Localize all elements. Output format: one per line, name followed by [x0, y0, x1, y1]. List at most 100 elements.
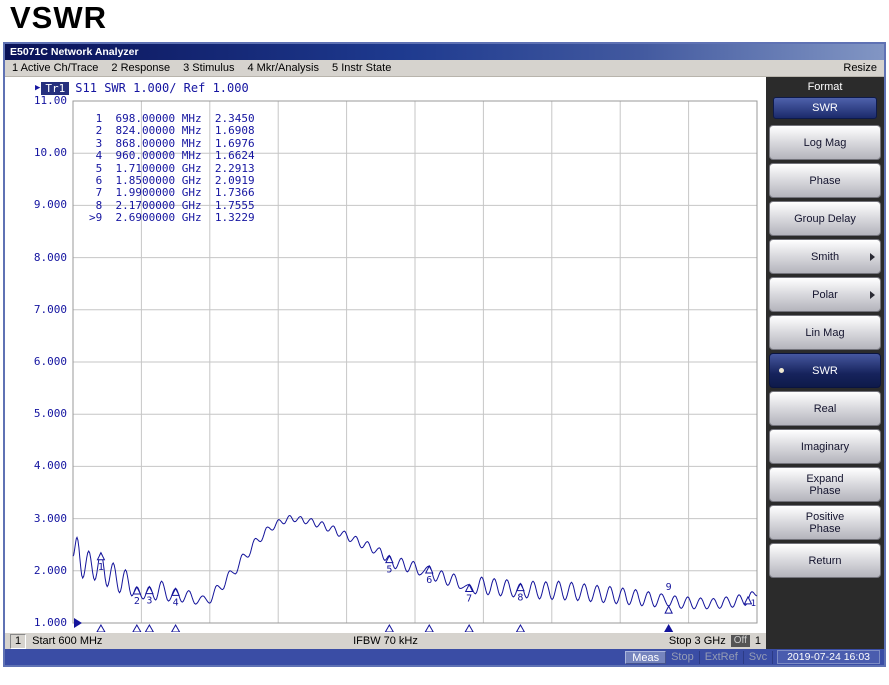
softkey-sidebar: Format SWR Log Mag Phase Group Delay Smith P… [766, 77, 884, 649]
trace-settings: S11 SWR 1.000/ Ref 1.000 [75, 81, 248, 95]
menu-item-5[interactable]: 5 Instr State [332, 62, 391, 74]
reference-level-arrow [74, 618, 82, 628]
y-axis-label: 1.000 [5, 616, 67, 629]
marker-number-9: 9 [666, 582, 672, 593]
page-title: VSWR [10, 0, 107, 36]
marker-table-row-2: 2 824.00000 MHz 1.6908 [89, 125, 255, 137]
window-title: E5071C Network Analyzer [10, 46, 139, 58]
marker-axis-indicator-8[interactable] [516, 625, 524, 632]
softkey-label: SWR [812, 365, 838, 377]
softkey-label: Group Delay [794, 213, 856, 225]
menu-item-4[interactable]: 4 Mkr/Analysis [247, 62, 319, 74]
correction-off-badge: Off [731, 635, 750, 647]
softkey-expand-phase[interactable]: Expand Phase [769, 467, 881, 502]
marker-number-7: 7 [466, 594, 472, 605]
active-bullet-icon [779, 368, 784, 373]
softkey-lin-mag[interactable]: Lin Mag [769, 315, 881, 350]
marker-axis-indicator-1[interactable] [97, 625, 105, 632]
marker-number-4: 4 [173, 597, 179, 608]
y-axis-label: 6.000 [5, 355, 67, 368]
status-trailing-number: 1 [755, 635, 761, 647]
softkey-phase[interactable]: Phase [769, 163, 881, 198]
extref-status: ExtRef [700, 651, 744, 664]
stop-group: Stop 3 GHz Off 1 [669, 635, 761, 647]
marker-number-6: 6 [426, 575, 432, 586]
softkey-label: Log Mag [804, 137, 847, 149]
instrument-status-bar: Meas Stop ExtRef Svc 2019-07-24 16:03 [5, 649, 884, 665]
menu-item-3[interactable]: 3 Stimulus [183, 62, 234, 74]
svc-status: Svc [744, 651, 773, 664]
trace-header: ▶ Tr1 S11 SWR 1.000/ Ref 1.000 [35, 81, 249, 95]
softkey-polar[interactable]: Polar [769, 277, 881, 312]
marker-table-row-7: 7 1.9900000 GHz 1.7366 [89, 187, 255, 199]
submenu-arrow-icon [870, 253, 875, 261]
softkey-menu-title: Format [768, 79, 882, 95]
softkey-real[interactable]: Real [769, 391, 881, 426]
menu-items: 1 Active Ch/Trace 2 Response 3 Stimulus 4 M… [12, 62, 391, 74]
marker-number-3: 3 [146, 596, 152, 607]
marker-axis-indicator-9[interactable] [665, 625, 673, 632]
softkey-list: Log Mag Phase Group Delay Smith Polar Lin Mag… [768, 125, 882, 581]
marker-table-row-9: >9 2.6900000 GHz 1.3229 [89, 212, 255, 224]
y-axis-label: 3.000 [5, 512, 67, 525]
menu-bar: 1 Active Ch/Trace 2 Response 3 Stimulus 4 M… [5, 60, 884, 77]
softkey-group-delay[interactable]: Group Delay [769, 201, 881, 236]
marker-axis-indicator-6[interactable] [425, 625, 433, 632]
meas-status-badge: Meas [625, 651, 666, 664]
submenu-arrow-icon [870, 291, 875, 299]
marker-table: 1 698.00000 MHz 2.3450 2 824.00000 MHz 1… [89, 113, 255, 225]
softkey-log-mag[interactable]: Log Mag [769, 125, 881, 160]
y-axis-label: 7.000 [5, 303, 67, 316]
menu-item-1[interactable]: 1 Active Ch/Trace [12, 62, 98, 74]
menu-item-2[interactable]: 2 Response [111, 62, 170, 74]
softkey-label: Real [814, 403, 837, 415]
analyzer-window: E5071C Network Analyzer 1 Active Ch/Trac… [3, 42, 886, 667]
stop-status: Stop [666, 651, 700, 664]
window-titlebar: E5071C Network Analyzer [5, 44, 884, 60]
softkey-imaginary[interactable]: Imaginary [769, 429, 881, 464]
marker-symbol-9[interactable] [665, 606, 672, 613]
status-bar: 1 Start 600 MHz IFBW 70 kHz Stop 3 GHz O… [5, 632, 766, 649]
softkey-label: Return [808, 555, 841, 567]
marker-number-2: 2 [134, 596, 140, 607]
y-axis-label: 4.000 [5, 459, 67, 472]
softkey-return[interactable]: Return [769, 543, 881, 578]
trace-end-number: 1 [751, 599, 756, 609]
softkey-label: Positive Phase [806, 511, 845, 535]
datetime: 2019-07-24 16:03 [777, 650, 880, 664]
softkey-smith[interactable]: Smith [769, 239, 881, 274]
marker-number-1: 1 [98, 562, 104, 573]
marker-axis-indicator-7[interactable] [465, 625, 473, 632]
ifbw-label: IFBW 70 kHz [5, 635, 766, 647]
softkey-label: Phase [809, 175, 840, 187]
marker-axis-indicator-2[interactable] [133, 625, 141, 632]
marker-axis-indicator-3[interactable] [145, 625, 153, 632]
y-axis-label: 8.000 [5, 251, 67, 264]
marker-table-row-4: 4 960.00000 MHz 1.6624 [89, 150, 255, 162]
start-frequency: Start 600 MHz [32, 635, 102, 647]
softkey-menu-value: SWR [773, 97, 877, 119]
marker-axis-indicator-4[interactable] [172, 625, 180, 632]
y-axis-label: 10.00 [5, 146, 67, 159]
chart-column: ▶ Tr1 S11 SWR 1.000/ Ref 1.000 11.00 10.0… [5, 77, 766, 649]
y-axis-label: 9.000 [5, 198, 67, 211]
chart-panel: ▶ Tr1 S11 SWR 1.000/ Ref 1.000 11.00 10.0… [5, 77, 766, 632]
softkey-label: Smith [811, 251, 839, 263]
y-axis-label: 11.00 [5, 94, 67, 107]
softkey-label: Polar [812, 289, 838, 301]
marker-symbol-1[interactable] [97, 553, 104, 560]
marker-axis-indicator-5[interactable] [385, 625, 393, 632]
menu-resize[interactable]: Resize [843, 62, 877, 74]
softkey-label: Lin Mag [805, 327, 844, 339]
y-axis-label: 5.000 [5, 407, 67, 420]
softkey-label: Expand Phase [806, 473, 843, 497]
y-axis-labels: 11.00 10.00 9.000 8.000 7.000 6.000 5.000 4.000… [5, 77, 67, 632]
softkey-swr[interactable]: SWR [769, 353, 881, 388]
softkey-positive-phase[interactable]: Positive Phase [769, 505, 881, 540]
y-axis-label: 2.000 [5, 564, 67, 577]
content-row: ▶ Tr1 S11 SWR 1.000/ Ref 1.000 11.00 10.0… [5, 77, 884, 649]
marker-number-8: 8 [517, 593, 523, 604]
marker-number-5: 5 [386, 565, 392, 576]
stop-frequency: Stop 3 GHz [669, 635, 726, 647]
softkey-label: Imaginary [801, 441, 849, 453]
